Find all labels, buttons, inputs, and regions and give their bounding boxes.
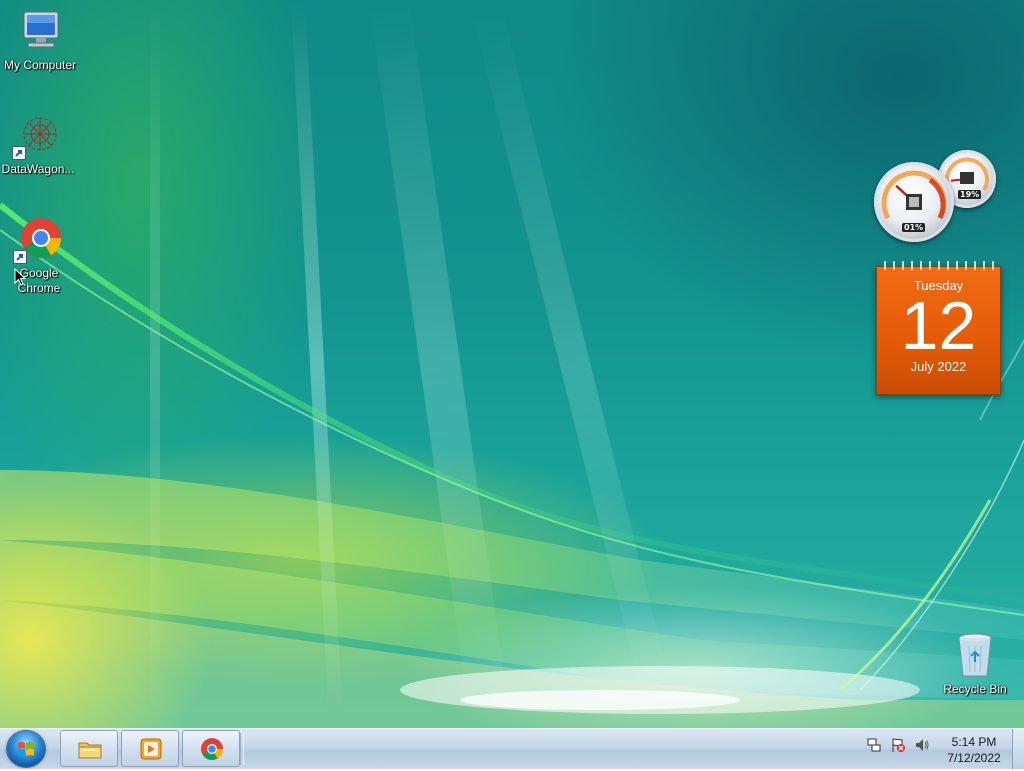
action-center-icon[interactable] — [890, 737, 906, 753]
desktop-icon-label: My Computer — [3, 58, 77, 72]
memory-percent: 19% — [958, 190, 982, 199]
desktop-icon-label: Recycle Bin — [943, 682, 1007, 696]
start-button[interactable] — [7, 731, 45, 767]
desktop[interactable]: My Computer DataWagon... Google Chrome R… — [0, 0, 1024, 728]
wallpaper — [0, 0, 1024, 728]
volume-icon[interactable] — [914, 737, 930, 753]
clock-time: 5:14 PM — [951, 735, 997, 749]
calendar-gadget[interactable]: Tuesday 12 July 2022 — [876, 261, 1001, 395]
show-desktop-button[interactable] — [1012, 729, 1024, 769]
shortcut-arrow-icon — [12, 146, 26, 160]
clock-date: 7/12/2022 — [947, 751, 1001, 765]
start-orb-icon — [18, 742, 34, 756]
taskbar-clock[interactable]: 5:14 PM 7/12/2022 — [936, 734, 1012, 766]
taskbar: 5:14 PM 7/12/2022 — [0, 728, 1024, 769]
computer-icon — [16, 8, 64, 56]
chrome-icon — [13, 216, 63, 264]
folder-icon — [78, 742, 102, 759]
desktop-icon-label: DataWagon... — [1, 162, 75, 176]
media-player-icon — [140, 738, 162, 760]
cpu-percent: 01% — [902, 223, 926, 232]
calendar-month-year: July 2022 — [910, 359, 967, 374]
taskbar-explorer-button[interactable] — [60, 730, 118, 767]
shortcut-arrow-icon — [13, 250, 27, 264]
calendar-rings — [884, 261, 994, 270]
desktop-icon-datawagon[interactable]: DataWagon... — [0, 112, 78, 177]
taskbar-chrome-button[interactable] — [182, 730, 240, 767]
recycle-bin-icon — [951, 632, 999, 680]
desktop-icon-google-chrome[interactable]: Google Chrome — [0, 216, 79, 296]
cpu-meter-gadget[interactable]: 19% 01% — [874, 148, 1000, 244]
network-icon[interactable] — [866, 737, 882, 753]
calendar-day-number: 12 — [900, 288, 977, 364]
desktop-icon-label: Google Chrome — [17, 266, 61, 295]
desktop-icon-recycle-bin[interactable]: Recycle Bin — [935, 632, 1015, 697]
taskbar-media-player-button[interactable] — [121, 730, 179, 767]
taskbar-divider — [240, 733, 244, 765]
chrome-icon — [201, 738, 223, 760]
mouse-cursor-icon — [14, 268, 26, 286]
desktop-icon-my-computer[interactable]: My Computer — [0, 8, 80, 73]
datawagon-icon — [12, 112, 62, 160]
cpu-gauge: 01% — [874, 162, 954, 242]
